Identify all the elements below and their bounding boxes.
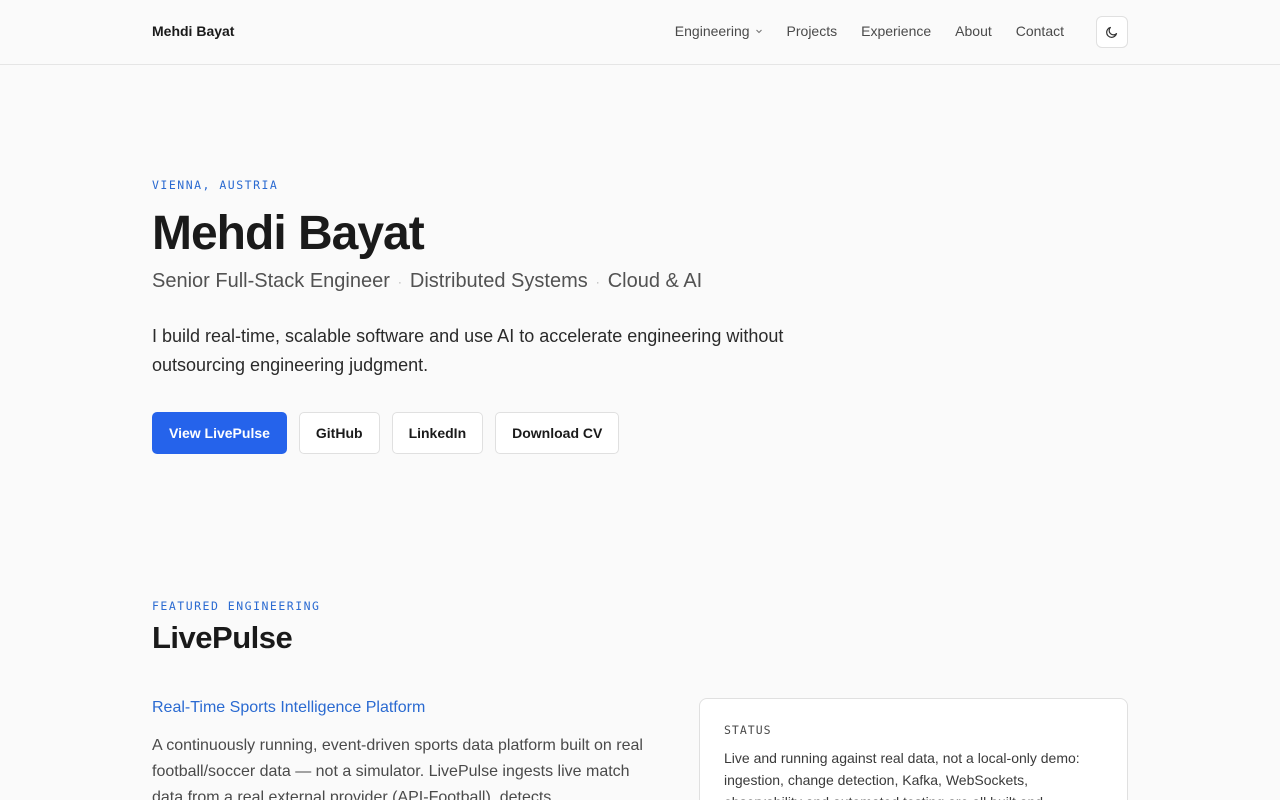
linkedin-button[interactable]: LinkedIn: [391, 412, 484, 454]
top-nav: Mehdi Bayat Engineering Projects Experie…: [0, 0, 1280, 65]
role-1: Senior Full-Stack Engineer: [152, 270, 390, 292]
role-3: Cloud & AI: [607, 270, 703, 292]
featured-title: LivePulse: [152, 620, 293, 655]
separator-dot-icon: ·: [397, 274, 402, 289]
nav-experience-label: Experience: [861, 23, 932, 39]
chevron-down-icon: [755, 29, 762, 34]
hero-title: Mehdi Bayat: [152, 207, 425, 260]
theme-toggle-button[interactable]: [1096, 16, 1128, 48]
nav-links: Engineering Projects Experience About Co…: [675, 23, 1064, 39]
status-text: Live and running against real data, not …: [724, 750, 1080, 800]
moon-icon: [1106, 26, 1118, 38]
featured-description: A continuously running, event-driven spo…: [152, 737, 643, 800]
download-cv-button[interactable]: Download CV: [495, 412, 620, 454]
featured-subtitle-link[interactable]: Real-Time Sports Intelligence Platform: [152, 699, 425, 717]
nav-engineering-label: Engineering: [674, 23, 750, 39]
github-button[interactable]: GitHub: [298, 412, 380, 454]
nav-contact[interactable]: Contact: [1016, 23, 1064, 39]
status-label: STATUS: [724, 723, 772, 737]
location-eyebrow: VIENNA, AUSTRIA: [152, 178, 279, 192]
nav-about-label: About: [955, 23, 992, 39]
nav-engineering[interactable]: Engineering: [675, 23, 763, 39]
brand-logo[interactable]: Mehdi Bayat: [152, 23, 234, 39]
view-livepulse-button[interactable]: View LivePulse: [152, 412, 287, 454]
hero-roles: Senior Full-Stack Engineer · Distributed…: [152, 270, 702, 293]
hero-actions: View LivePulse GitHub LinkedIn Download …: [152, 412, 620, 454]
status-card: STATUS Live and running against real dat…: [699, 698, 1128, 800]
nav-contact-label: Contact: [1015, 23, 1064, 39]
role-2: Distributed Systems: [409, 270, 588, 292]
nav-projects-label: Projects: [786, 23, 838, 39]
hero-lede: I build real-time, scalable software and…: [152, 326, 784, 375]
featured-eyebrow: FEATURED ENGINEERING: [152, 599, 321, 613]
nav-experience[interactable]: Experience: [861, 23, 931, 39]
nav-projects[interactable]: Projects: [787, 23, 838, 39]
nav-about[interactable]: About: [955, 23, 992, 39]
separator-dot-icon: ·: [595, 274, 600, 289]
